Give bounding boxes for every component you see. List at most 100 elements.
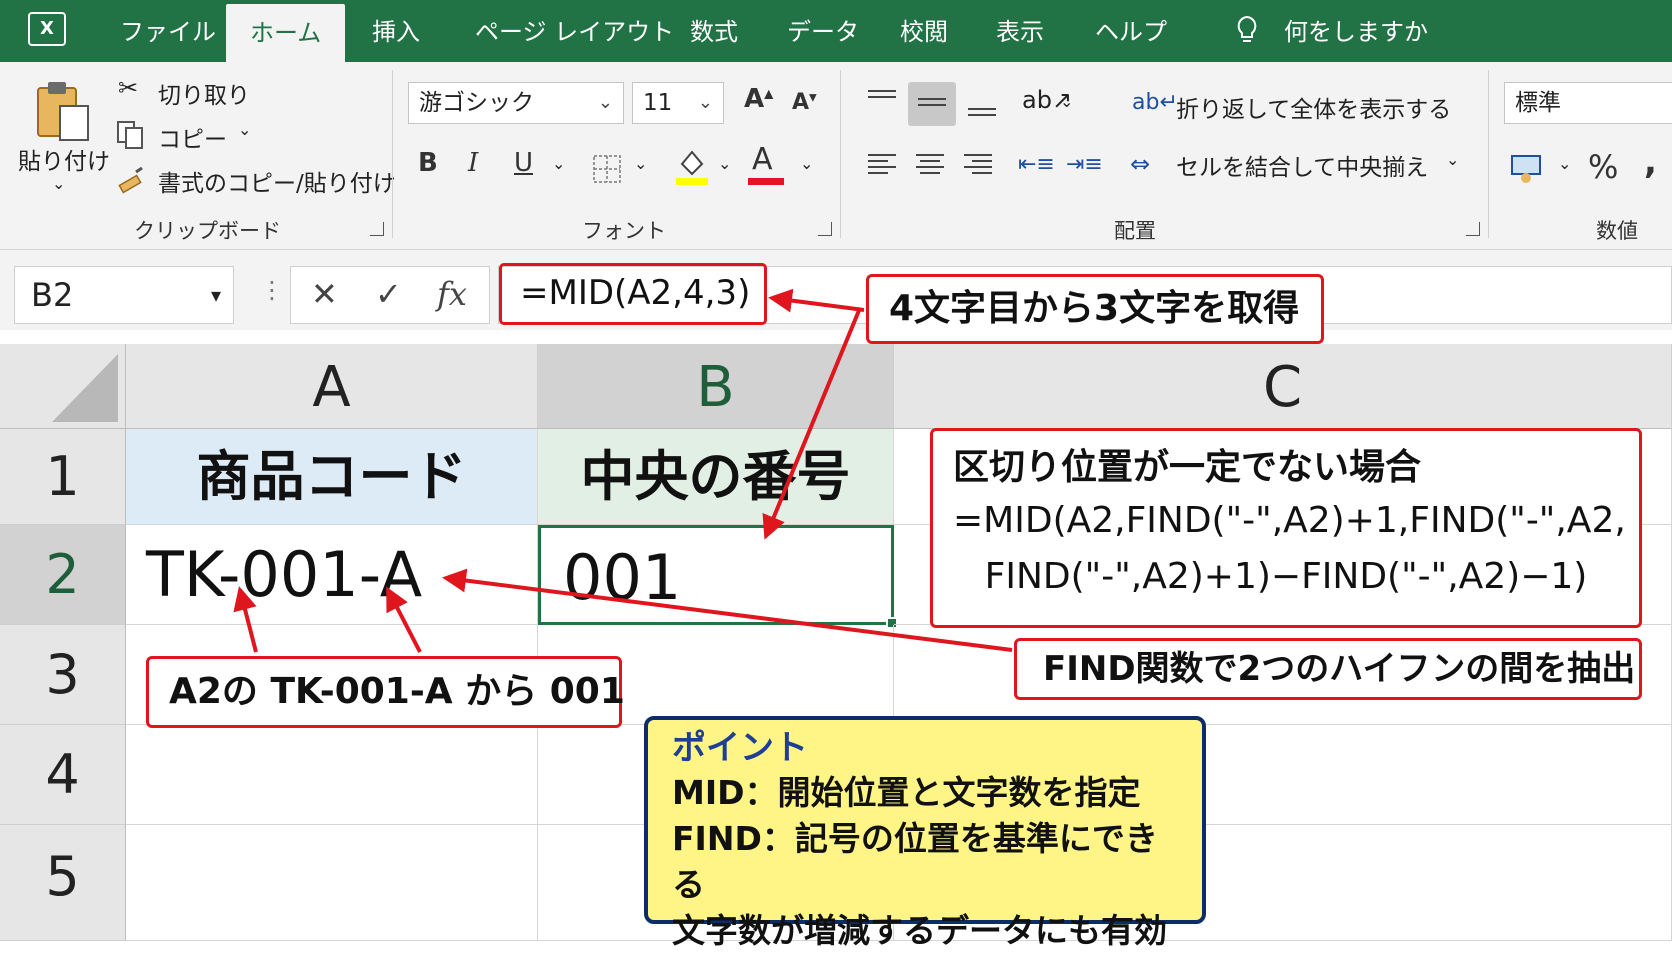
accounting-chevron-icon[interactable]: ⌄: [1558, 154, 1571, 173]
row-header-1[interactable]: 1: [0, 429, 126, 525]
tab-file[interactable]: ファイル: [120, 0, 216, 62]
format-painter-icon[interactable]: [116, 166, 146, 196]
increase-indent-icon[interactable]: ⇥≡: [1066, 152, 1103, 177]
font-name-select[interactable]: 游ゴシック ⌄: [408, 82, 624, 124]
tab-formulas[interactable]: 数式: [690, 0, 738, 62]
formula-bar: B2 ▾ ⋮ ✕ ✓ fx =MID(A2,4,3): [0, 250, 1672, 330]
alignment-group-label: 配置: [1114, 219, 1156, 243]
font-color-chevron-icon[interactable]: ⌄: [800, 154, 813, 173]
separator: [1488, 70, 1489, 238]
fill-color-icon[interactable]: [674, 146, 710, 186]
format-painter-button[interactable]: 書式のコピー/貼り付け: [158, 164, 396, 198]
row-header-2[interactable]: 2: [0, 525, 126, 625]
wrap-text-icon[interactable]: ab↵: [1132, 90, 1178, 115]
tab-data[interactable]: データ: [787, 0, 859, 62]
tab-view[interactable]: 表示: [996, 0, 1044, 62]
underline-button[interactable]: U: [514, 148, 533, 178]
wrap-text-button[interactable]: 折り返して全体を表示する: [1176, 90, 1451, 124]
copy-icon[interactable]: [116, 120, 146, 150]
row-header-5[interactable]: 5: [0, 825, 126, 941]
tab-insert[interactable]: 挿入: [372, 0, 420, 62]
formula-text: =MID(A2,4,3): [499, 263, 767, 325]
paste-button[interactable]: 貼り付け: [18, 142, 110, 176]
comma-style-button[interactable]: ,: [1644, 142, 1657, 182]
shrink-font-button[interactable]: A▼: [792, 90, 817, 115]
scissors-icon[interactable]: ✂: [118, 74, 138, 102]
cell-b1[interactable]: 中央の番号: [538, 429, 894, 525]
align-middle-button[interactable]: [908, 82, 956, 126]
ribbon-home: 貼り付け ⌄ ✂ 切り取り コピー ⌄ 書式のコピー/貼り付け クリップボード …: [0, 62, 1672, 250]
clipboard-group-label: クリップボード: [134, 219, 281, 243]
ribbon-tab-bar: X ファイル ホーム 挿入 ページ レイアウト 数式 データ 校閲 表示 ヘルプ…: [0, 0, 1672, 62]
column-header-a[interactable]: A: [126, 344, 538, 429]
borders-chevron-icon[interactable]: ⌄: [634, 154, 647, 173]
separator: [392, 70, 393, 238]
name-box[interactable]: B2 ▾: [14, 266, 234, 324]
alt-formula-line1: =MID(A2,FIND("-",A2)+1,FIND("-",A2,: [953, 500, 1626, 541]
number-group-label: 数値: [1596, 219, 1638, 243]
cell-a1[interactable]: 商品コード: [126, 429, 538, 525]
drag-handle-icon[interactable]: ⋮: [260, 276, 284, 304]
grow-font-button[interactable]: A▲: [744, 84, 773, 114]
align-top-icon[interactable]: [868, 86, 896, 102]
font-size-select[interactable]: 11 ⌄: [632, 82, 724, 124]
cell-a4[interactable]: [126, 725, 538, 825]
tab-home[interactable]: ホーム: [226, 4, 346, 62]
fill-color-chevron-icon[interactable]: ⌄: [718, 154, 731, 173]
accounting-format-icon[interactable]: [1510, 152, 1544, 186]
cut-button[interactable]: 切り取り: [158, 76, 250, 110]
merge-chevron-icon[interactable]: ⌄: [1446, 150, 1459, 169]
lightbulb-icon[interactable]: [1234, 15, 1260, 45]
paste-chevron-icon[interactable]: ⌄: [52, 174, 65, 193]
copy-chevron-icon[interactable]: ⌄: [238, 120, 251, 139]
align-right-icon[interactable]: [964, 150, 992, 178]
point-line-3: 文字数が増減するデータにも有効: [672, 911, 1167, 950]
point-line-1: MID：開始位置と文字数を指定: [672, 773, 1141, 812]
font-color-swatch: [748, 178, 784, 185]
column-header-c[interactable]: C: [894, 344, 1672, 429]
merge-center-icon[interactable]: ⇔: [1130, 150, 1150, 178]
merge-center-button[interactable]: セルを結合して中央揃え: [1176, 148, 1428, 182]
align-middle-icon: [918, 94, 946, 110]
insert-function-icon[interactable]: fx: [437, 275, 467, 313]
cell-b2[interactable]: 001: [538, 525, 894, 625]
orientation-chevron-icon[interactable]: ⌄: [1060, 92, 1073, 111]
borders-icon[interactable]: [592, 154, 622, 184]
select-all-corner[interactable]: [0, 344, 126, 429]
paste-icon[interactable]: [34, 80, 92, 144]
cell-a5[interactable]: [126, 825, 538, 941]
underline-chevron-icon[interactable]: ⌄: [552, 154, 565, 173]
align-left-icon[interactable]: [868, 150, 896, 178]
row-header-4[interactable]: 4: [0, 725, 126, 825]
align-center-icon[interactable]: [916, 150, 944, 178]
decrease-indent-icon[interactable]: ⇤≡: [1018, 152, 1055, 177]
number-format-select[interactable]: 標準: [1504, 82, 1672, 124]
bold-button[interactable]: B: [418, 148, 438, 178]
align-bottom-icon[interactable]: [968, 104, 996, 120]
cell-a2[interactable]: TK-001-A: [126, 525, 538, 625]
tab-review[interactable]: 校閲: [900, 0, 948, 62]
tab-help[interactable]: ヘルプ: [1095, 0, 1167, 62]
alt-formula-callout: 区切り位置が一定でない場合 =MID(A2,FIND("-",A2)+1,FIN…: [930, 428, 1642, 628]
alignment-launcher-icon[interactable]: [1466, 222, 1480, 236]
font-group-label: フォント: [582, 219, 666, 243]
copy-button[interactable]: コピー: [158, 120, 227, 154]
clipboard-launcher-icon[interactable]: [370, 222, 384, 236]
font-launcher-icon[interactable]: [818, 222, 832, 236]
point-line-2: FIND：記号の位置を基準にできる: [672, 819, 1158, 904]
cancel-icon[interactable]: ✕: [311, 275, 338, 313]
enter-icon[interactable]: ✓: [375, 275, 402, 313]
row-header-3[interactable]: 3: [0, 625, 126, 725]
formula-buttons: ✕ ✓ fx: [290, 266, 490, 324]
formula-note-callout: 4文字目から3文字を取得: [866, 274, 1324, 344]
column-header-b[interactable]: B: [538, 344, 894, 429]
find-note-callout: FIND関数で2つのハイフンの間を抽出: [1014, 638, 1642, 700]
a2-note-callout: A2の TK-001-A から 001: [146, 656, 625, 728]
tab-page-layout[interactable]: ページ レイアウト: [475, 0, 674, 62]
tell-me-search[interactable]: 何をしますか: [1284, 0, 1428, 62]
separator: [840, 70, 841, 238]
percent-style-button[interactable]: %: [1588, 148, 1618, 186]
chevron-down-icon: ⌄: [597, 92, 613, 113]
font-color-button[interactable]: A: [752, 142, 773, 177]
italic-button[interactable]: I: [468, 148, 478, 178]
